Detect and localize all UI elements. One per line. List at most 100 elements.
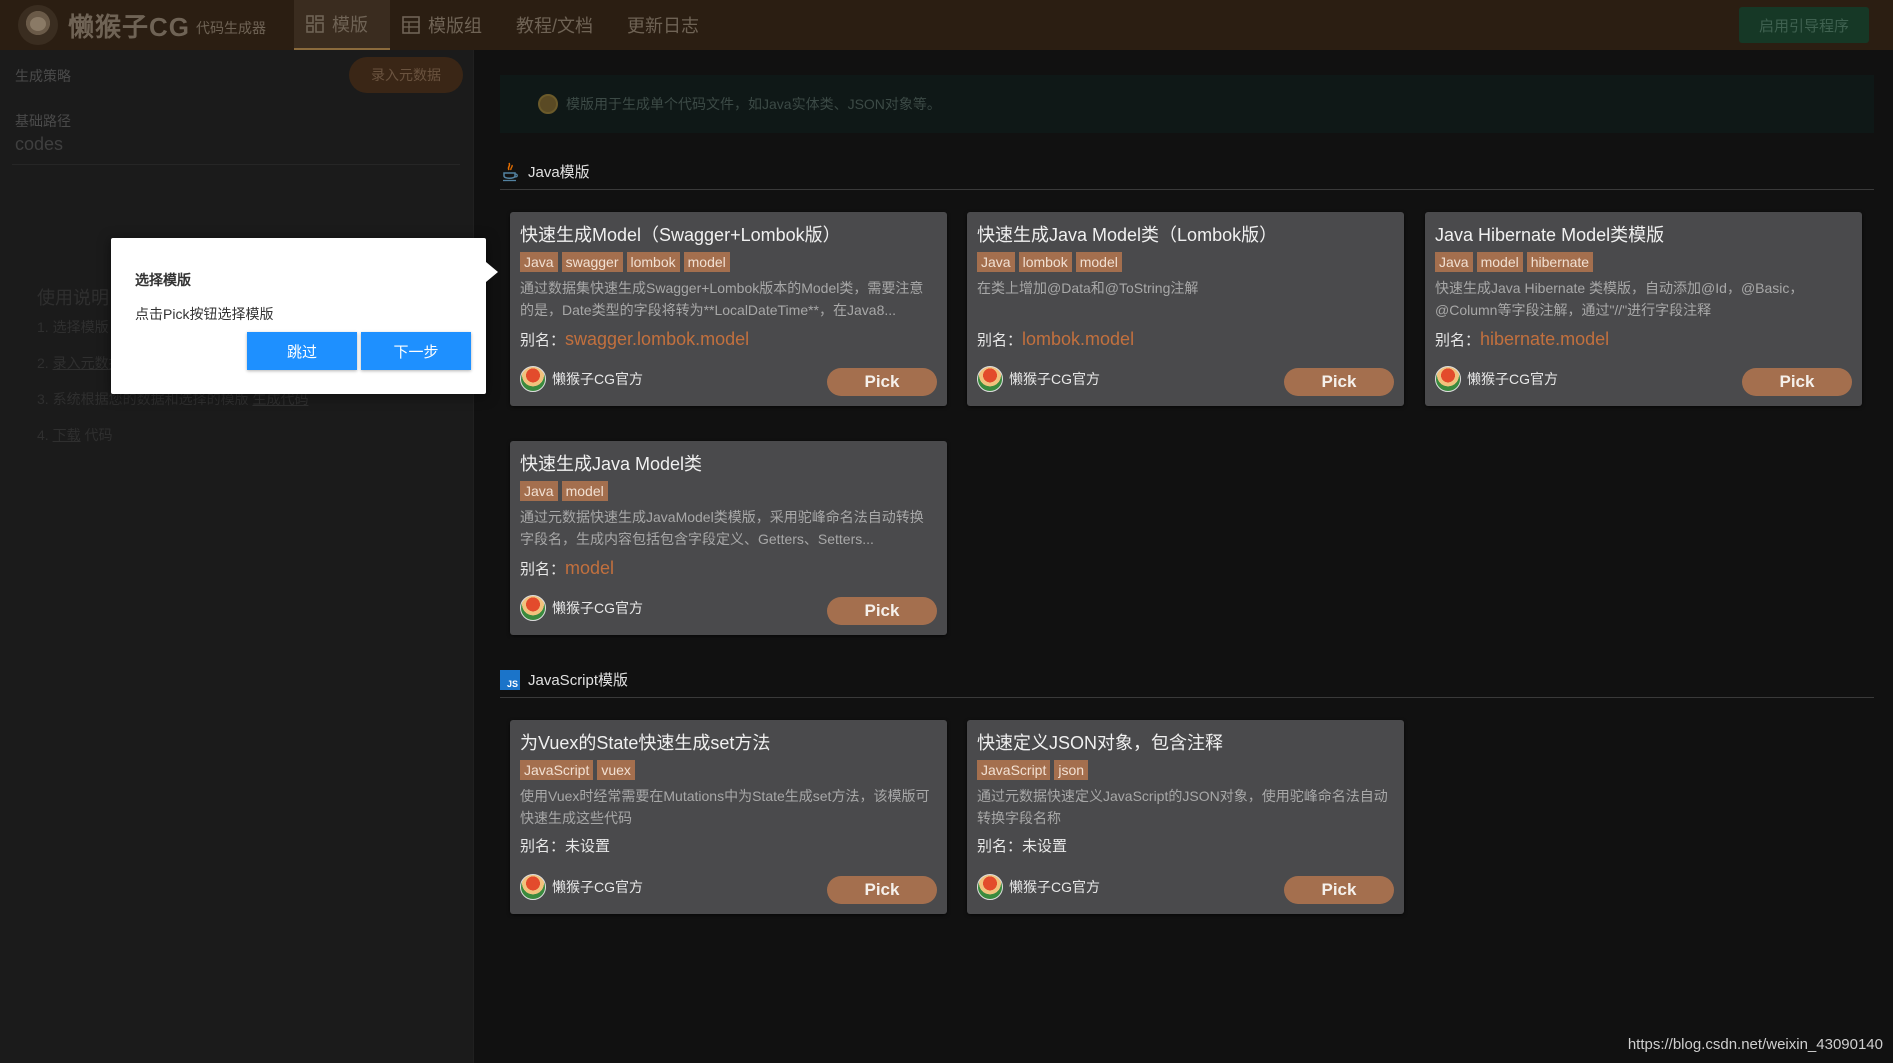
sidebar: 生成策略 录入元数据 基础路径 codes 使用说明 1. 选择模版 2. 录入… <box>0 50 474 1063</box>
base-path-value[interactable]: codes <box>15 134 63 155</box>
enable-guide-button[interactable]: 启用引导程序 <box>1739 7 1869 43</box>
card-description: 通过元数据快速定义JavaScript的JSON对象，使用驼峰命名法自动转换字段… <box>977 788 1388 826</box>
tag-list: Java model <box>520 481 937 501</box>
nav-item-templates[interactable]: 模版 <box>294 0 390 50</box>
template-card: 快速定义JSON对象，包含注释 JavaScript json 通过元数据快速定… <box>967 720 1404 914</box>
alias-value: model <box>565 558 615 578</box>
pick-button[interactable]: Pick <box>827 597 937 625</box>
next-step-button[interactable]: 下一步 <box>361 332 471 370</box>
step-text: 选择模版 <box>52 319 109 335</box>
author-name: 懒猴子CG官方 <box>1009 371 1100 387</box>
alias-label: 别名： <box>520 561 566 578</box>
tag: JavaScript <box>977 760 1051 780</box>
main-nav: 模版 模版组 教程/文档 更新日志 <box>294 0 721 50</box>
card-author: 懒猴子CG官方 <box>977 366 1100 392</box>
card-description: 在类上增加@Data和@ToString注解 <box>977 280 1199 296</box>
app-title: 懒猴子CG <box>68 11 191 42</box>
alias-label: 别名： <box>520 332 566 349</box>
card-title: 快速定义JSON对象，包含注释 <box>977 733 1224 753</box>
step-text: 代码 <box>84 427 113 443</box>
pick-button[interactable]: Pick <box>827 368 937 396</box>
alias-value: hibernate.model <box>1480 329 1610 349</box>
skip-button[interactable]: 跳过 <box>247 332 357 370</box>
card-author: 懒猴子CG官方 <box>520 874 643 900</box>
logo[interactable]: 懒猴子CG 代码生成器 <box>0 0 294 50</box>
section-javascript: JS JavaScript模版 <box>500 662 1874 698</box>
popover-title: 选择模版 <box>135 272 191 288</box>
tag-list: JavaScript vuex <box>520 760 937 780</box>
tag: model <box>1075 252 1122 272</box>
pick-button[interactable]: Pick <box>1284 876 1394 904</box>
tag: Java <box>520 252 558 272</box>
tag: lombok <box>626 252 680 272</box>
card-alias: 别名：未设置 <box>520 835 937 859</box>
tag-list: Java lombok model <box>977 252 1394 272</box>
tag-list: JavaScript json <box>977 760 1394 780</box>
tag: model <box>1476 252 1523 272</box>
section-title: JavaScript模版 <box>528 672 629 689</box>
tag: Java <box>1435 252 1473 272</box>
card-description: 通过元数据快速生成JavaModel类模版，采用驼峰命名法自动转换字段名，生成内… <box>520 509 924 547</box>
avatar <box>520 366 546 392</box>
download-link[interactable]: 下载 <box>53 427 81 443</box>
template-card: Java Hibernate Model类模版 Java model hiber… <box>1425 212 1862 406</box>
alias-label: 别名： <box>977 838 1023 855</box>
card-title: 快速生成Java Model类 <box>520 454 703 474</box>
alias-value: 未设置 <box>565 838 611 855</box>
template-card: 快速生成Model（Swagger+Lombok版） Java swagger … <box>510 212 947 406</box>
java-icon <box>500 162 520 182</box>
tag: model <box>683 252 730 272</box>
tag: JavaScript <box>520 760 594 780</box>
grid-icon <box>306 15 324 33</box>
step-number: 1. <box>37 319 49 335</box>
card-author: 懒猴子CG官方 <box>977 874 1100 900</box>
tag-list: Java swagger lombok model <box>520 252 937 272</box>
tag: hibernate <box>1526 252 1594 272</box>
card-alias: 别名：model <box>520 556 937 580</box>
guide-popover: 选择模版 点击Pick按钮选择模版 跳过 下一步 <box>111 238 498 394</box>
step-number: 3. <box>37 391 49 407</box>
card-author: 懒猴子CG官方 <box>520 595 643 621</box>
app-subtitle: 代码生成器 <box>196 20 267 36</box>
alias-value: lombok.model <box>1022 329 1135 349</box>
usage-step-4: 4. 下载 代码 <box>37 425 112 445</box>
record-metadata-button[interactable]: 录入元数据 <box>349 57 463 93</box>
pick-button[interactable]: Pick <box>1284 368 1394 396</box>
card-alias: 别名：swagger.lombok.model <box>520 327 937 351</box>
nav-item-changelog[interactable]: 更新日志 <box>615 0 721 50</box>
tag: model <box>561 481 608 501</box>
base-path-label: 基础路径 <box>15 113 71 129</box>
step-number: 2. <box>37 355 49 371</box>
avatar <box>520 595 546 621</box>
author-name: 懒猴子CG官方 <box>1009 879 1100 895</box>
top-navbar: 懒猴子CG 代码生成器 模版 模版组 教程/文档 更新日志 启用引导程序 <box>0 0 1893 50</box>
nav-label: 教程/文档 <box>516 16 594 36</box>
pick-button[interactable]: Pick <box>1742 368 1852 396</box>
nav-item-template-groups[interactable]: 模版组 <box>390 0 504 50</box>
pick-button[interactable]: Pick <box>827 876 937 904</box>
card-title: Java Hibernate Model类模版 <box>1435 225 1665 245</box>
avatar <box>1435 366 1461 392</box>
tag-list: Java model hibernate <box>1435 252 1852 272</box>
divider <box>12 164 460 165</box>
nav-label: 模版组 <box>428 16 482 36</box>
alias-label: 别名： <box>977 332 1023 349</box>
strategy-label: 生成策略 <box>15 68 71 84</box>
nav-item-docs[interactable]: 教程/文档 <box>504 0 615 50</box>
notice-bar: 模版用于生成单个代码文件，如Java实体类、JSON对象等。 <box>500 75 1874 133</box>
card-title: 为Vuex的State快速生成set方法 <box>520 733 771 753</box>
avatar <box>977 874 1003 900</box>
tag: swagger <box>561 252 623 272</box>
card-alias: 别名：hibernate.model <box>1435 327 1852 351</box>
card-alias: 别名：lombok.model <box>977 327 1394 351</box>
card-description: 使用Vuex时经常需要在Mutations中为State生成set方法，该模版可… <box>520 788 930 826</box>
tag: Java <box>520 481 558 501</box>
author-name: 懒猴子CG官方 <box>552 371 643 387</box>
javascript-icon: JS <box>500 669 520 690</box>
tag: json <box>1054 760 1089 780</box>
avatar <box>520 874 546 900</box>
usage-title: 使用说明 <box>37 288 109 308</box>
nav-label: 更新日志 <box>627 16 700 36</box>
table-icon <box>402 16 420 34</box>
card-author: 懒猴子CG官方 <box>1435 366 1558 392</box>
